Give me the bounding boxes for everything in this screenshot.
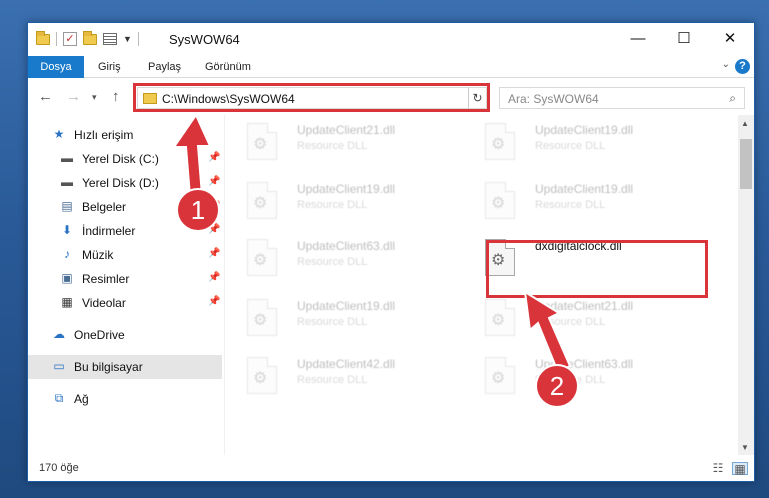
arrow-2-icon — [523, 290, 572, 374]
step-1-badge: 1 — [176, 188, 220, 232]
step-2-badge: 2 — [535, 364, 579, 408]
annotation-arrows — [172, 112, 572, 374]
arrow-1-icon — [172, 112, 212, 198]
